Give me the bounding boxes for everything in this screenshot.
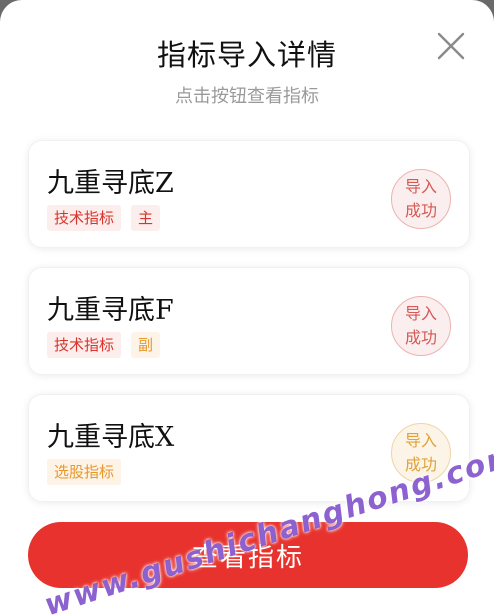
- tag-main: 主: [131, 205, 161, 231]
- dialog-title: 指标导入详情: [156, 38, 337, 72]
- close-icon[interactable]: [435, 30, 467, 62]
- tag-group: 选股指标: [47, 459, 122, 485]
- badge-line-1: 导入: [404, 431, 437, 450]
- import-success-badge: 导入 成功: [391, 296, 451, 356]
- badge-line-1: 导入: [404, 177, 437, 196]
- import-success-badge: 导入 成功: [391, 423, 451, 483]
- import-details-dialog: 指标导入详情 点击按钮查看指标 九重寻底Z 技术指标 主 导入 成功 九重寻底F…: [0, 0, 494, 615]
- badge-line-2: 成功: [404, 201, 437, 220]
- indicator-card: 九重寻底F 技术指标 副 导入 成功: [28, 267, 470, 375]
- tag-secondary: 副: [131, 332, 161, 358]
- tag-group: 技术指标 主: [47, 205, 161, 231]
- badge-line-2: 成功: [404, 455, 437, 474]
- tag-group: 技术指标 副: [47, 332, 161, 358]
- indicator-name: 九重寻底X: [47, 422, 175, 453]
- dialog-subtitle: 点击按钮查看指标: [175, 86, 319, 107]
- indicator-name: 九重寻底F: [47, 295, 174, 326]
- import-success-badge: 导入 成功: [391, 169, 451, 229]
- tag-stock-selection: 选股指标: [47, 459, 122, 485]
- tag-technical: 技术指标: [47, 205, 122, 231]
- badge-line-1: 导入: [404, 304, 437, 323]
- indicator-card: 九重寻底X 选股指标 导入 成功: [28, 394, 470, 502]
- tag-technical: 技术指标: [47, 332, 122, 358]
- indicator-name: 九重寻底Z: [47, 168, 174, 199]
- indicator-card: 九重寻底Z 技术指标 主 导入 成功: [28, 140, 470, 248]
- view-indicators-button[interactable]: 查看指标: [28, 522, 468, 588]
- badge-line-2: 成功: [404, 328, 437, 347]
